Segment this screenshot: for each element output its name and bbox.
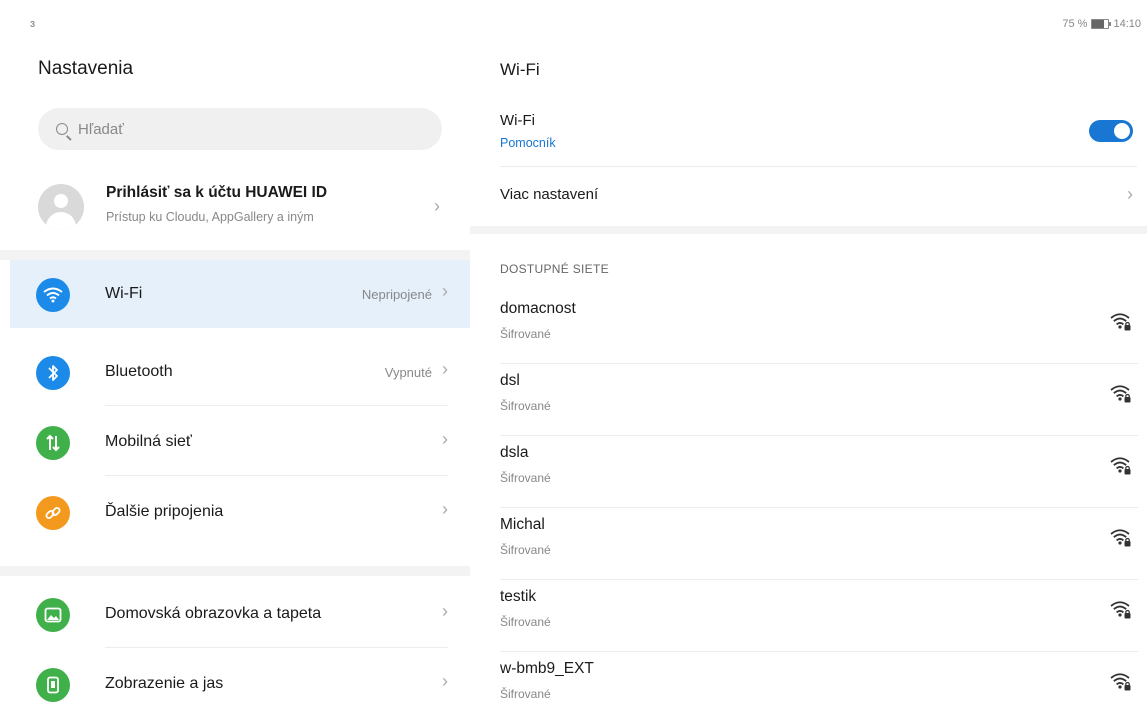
available-networks-header: DOSTUPNÉ SIETE (500, 262, 609, 276)
chevron-right-icon: › (1127, 184, 1133, 204)
wifi-assistant-link[interactable]: Pomocník (500, 136, 556, 150)
network-security: Šifrované (500, 543, 551, 557)
bluetooth-status-value: Vypnuté (384, 365, 432, 380)
network-name: domacnost (500, 300, 576, 317)
mobile-data-icon (36, 426, 70, 460)
huawei-id-account-row[interactable]: Prihlásiť sa k účtu HUAWEI ID Prístup ku… (0, 172, 470, 246)
sidebar-item-more-connections[interactable]: Ďalšie pripojenia › (10, 478, 470, 546)
chevron-right-icon: › (434, 196, 440, 216)
network-item[interactable]: dsla Šifrované (500, 438, 1138, 508)
network-name: dsl (500, 372, 520, 389)
wifi-locked-icon (1110, 528, 1132, 548)
wifi-locked-icon (1110, 384, 1132, 404)
chevron-right-icon: › (442, 601, 448, 621)
network-security: Šifrované (500, 615, 551, 629)
network-item[interactable]: w-bmb9_EXT Šifrované (500, 654, 1138, 724)
sidebar-item-mobile-network[interactable]: Mobilná sieť › (10, 408, 470, 476)
status-right: 75 % 14:10 (1062, 18, 1141, 30)
network-name: testik (500, 588, 537, 605)
search-icon (56, 123, 68, 135)
avatar (38, 184, 84, 230)
battery-icon (1091, 19, 1112, 29)
network-security: Šifrované (500, 471, 551, 485)
sidebar-item-home-screen[interactable]: Domovská obrazovka a tapeta › (10, 580, 470, 648)
settings-pane: Nastavenia Prihlásiť sa k účtu HUAWEI ID… (0, 40, 470, 720)
wifi-locked-icon (1110, 456, 1132, 476)
detail-title: Wi-Fi (500, 60, 540, 79)
network-name: Michal (500, 516, 545, 533)
wifi-toggle-switch[interactable] (1089, 120, 1133, 142)
sidebar-item-label: Zobrazenie a jas (105, 675, 224, 692)
page-title: Nastavenia (38, 58, 134, 79)
network-security: Šifrované (500, 399, 551, 413)
account-subtitle: Prístup ku Cloudu, AppGallery a iným (106, 210, 314, 224)
more-settings-label: Viac nastavení (500, 186, 599, 203)
network-security: Šifrované (500, 327, 551, 341)
divider (500, 166, 1137, 167)
sidebar-item-display[interactable]: Zobrazenie a jas › (10, 650, 470, 718)
network-name: w-bmb9_EXT (500, 660, 594, 677)
search-input[interactable] (76, 119, 420, 139)
chevron-right-icon: › (442, 499, 448, 519)
wifi-locked-icon (1110, 672, 1132, 692)
wifi-status-value: Nepripojené (361, 287, 432, 302)
battery-percent: 75 % (1062, 18, 1088, 30)
chevron-right-icon: › (442, 671, 448, 691)
divider (470, 226, 1147, 234)
sidebar-item-label: Wi-Fi (105, 285, 143, 302)
divider (0, 566, 470, 576)
network-item[interactable]: domacnost Šifrované (500, 294, 1138, 364)
chevron-right-icon: › (442, 429, 448, 449)
divider (500, 435, 1138, 436)
wifi-icon (36, 278, 70, 312)
link-icon (36, 496, 70, 530)
sidebar-item-bluetooth[interactable]: Bluetooth Vypnuté › (10, 338, 470, 406)
sidebar-item-wifi[interactable]: Wi-Fi Nepripojené › (10, 260, 470, 328)
search-bar[interactable] (38, 108, 442, 150)
divider (0, 250, 470, 260)
more-settings-row[interactable]: Viac nastavení › (500, 174, 1138, 222)
network-item[interactable]: testik Šifrované (500, 582, 1138, 652)
sidebar-item-label: Ďalšie pripojenia (105, 503, 224, 520)
sidebar-item-label: Mobilná sieť (105, 433, 192, 450)
divider (500, 363, 1138, 364)
divider (500, 507, 1138, 508)
divider (500, 579, 1138, 580)
clock: 14:10 (1113, 18, 1141, 30)
sidebar-item-label: Domovská obrazovka a tapeta (105, 605, 322, 622)
divider (500, 651, 1138, 652)
network-item[interactable]: dsl Šifrované (500, 366, 1138, 436)
display-icon (36, 668, 70, 702)
chevron-right-icon: › (442, 359, 448, 379)
account-title: Prihlásiť sa k účtu HUAWEI ID (106, 184, 328, 201)
wifi-locked-icon (1110, 600, 1132, 620)
network-name: dsla (500, 444, 529, 461)
status-left-glyph: ɜ (30, 18, 36, 30)
wifi-toggle-row[interactable]: Wi-Fi Pomocník (500, 110, 1138, 164)
status-bar: ɜ 75 % 14:10 (0, 0, 1147, 40)
network-security: Šifrované (500, 687, 551, 701)
chevron-right-icon: › (442, 281, 448, 301)
wifi-locked-icon (1110, 312, 1132, 332)
image-icon (36, 598, 70, 632)
bluetooth-icon (36, 356, 70, 390)
wifi-detail-pane: Wi-Fi Wi-Fi Pomocník Viac nastavení › DO… (470, 40, 1147, 720)
sidebar-item-label: Bluetooth (105, 363, 173, 380)
wifi-toggle-label: Wi-Fi (500, 112, 535, 129)
network-item[interactable]: Michal Šifrované (500, 510, 1138, 580)
